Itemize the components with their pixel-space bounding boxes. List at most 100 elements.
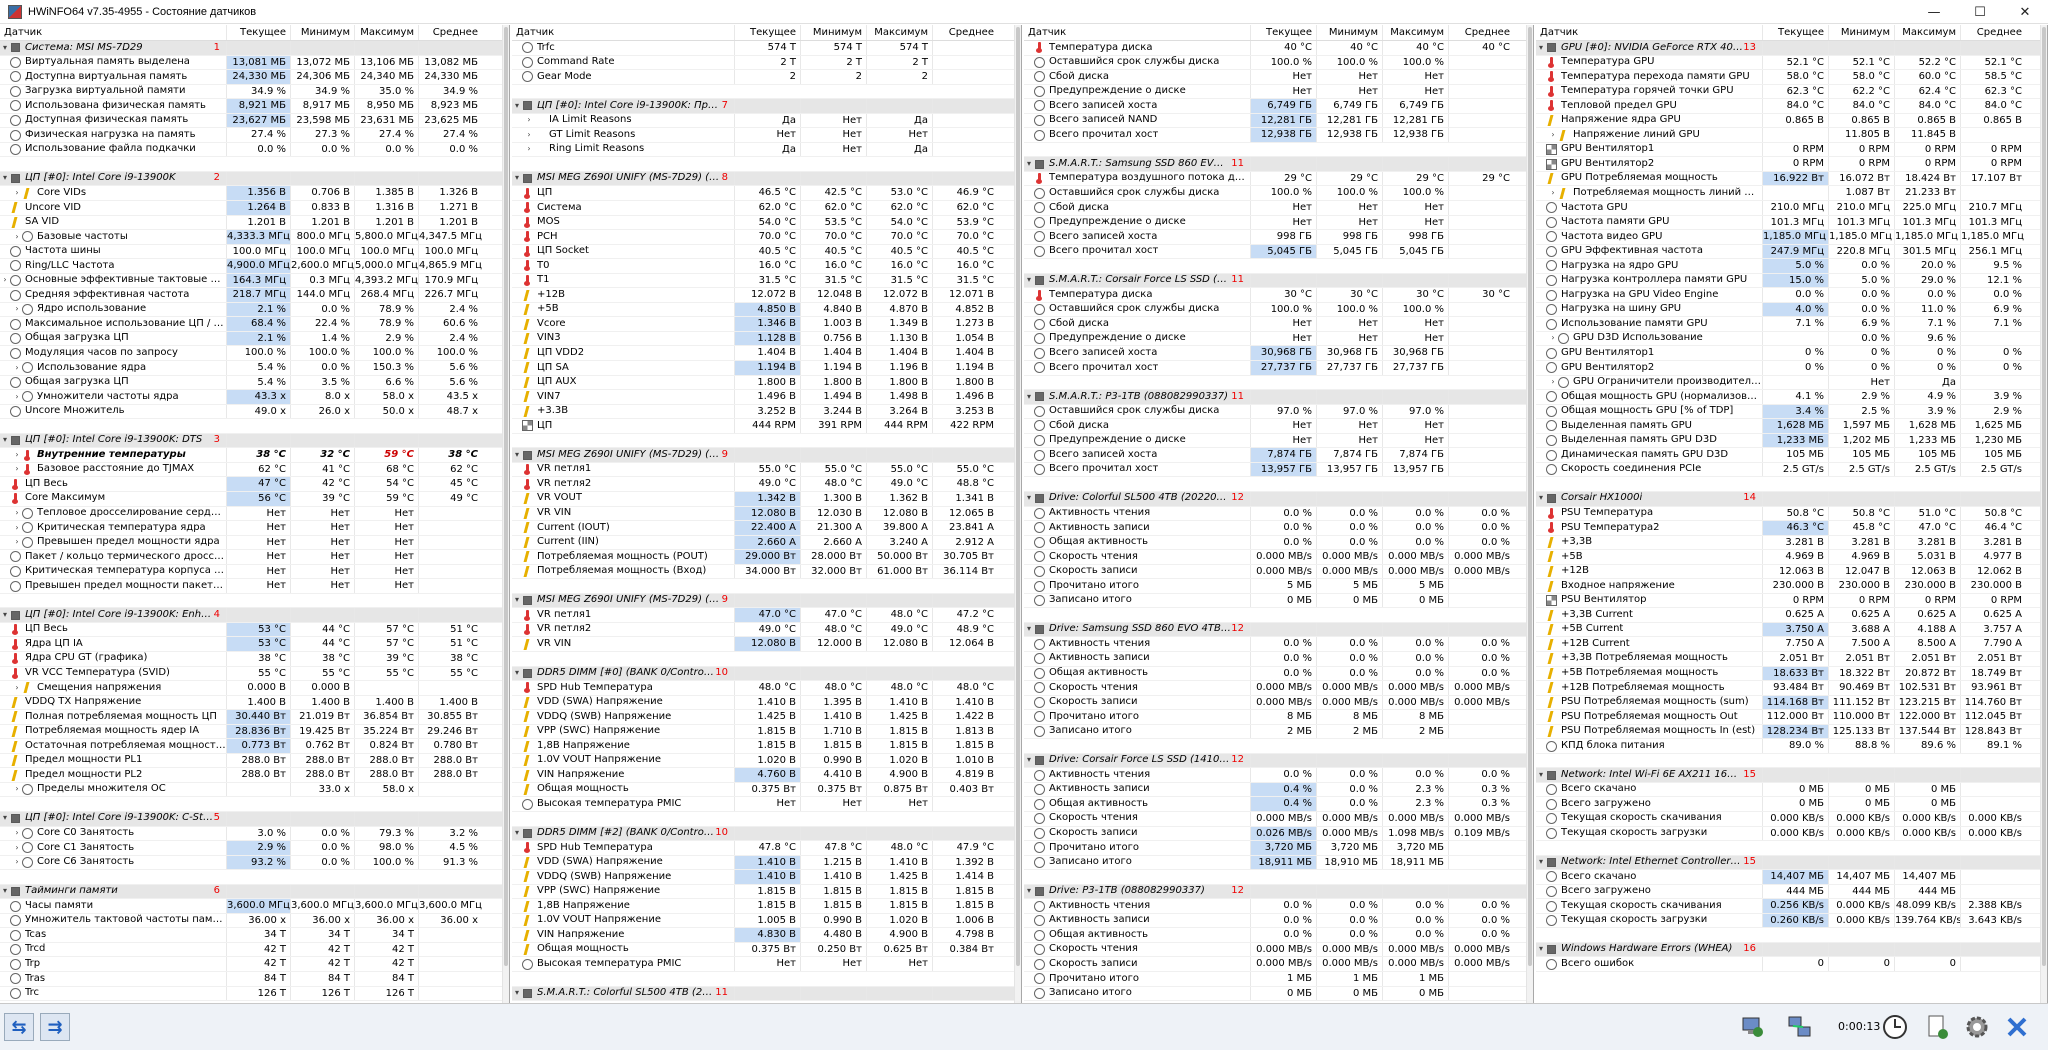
sensor-row[interactable]: › Core C0 Занятость 3.0 % 0.0 % 79.3 % 3.2 % — [0, 826, 509, 842]
header-current[interactable]: Текущее — [734, 25, 800, 40]
sensor-group-header[interactable]: ▾ЦП [#0]: Intel Core i9-13900K: Причины … — [512, 99, 1021, 114]
sensor-row[interactable]: Всего прочитал хост 27,737 ГБ 27,737 ГБ 27,… — [1024, 361, 1533, 376]
expand-chevron-icon[interactable]: ▾ — [0, 172, 10, 186]
header-avg[interactable]: Среднее — [1960, 25, 2026, 40]
sensor-group-header[interactable]: ▾S.M.A.R.T.: Colorful SL500 4TB (2022071… — [512, 986, 1021, 1002]
sensor-row[interactable]: Система 62.0 °C 62.0 °C 62.0 °C 62.0 °C — [512, 201, 1021, 216]
sensor-row[interactable]: Высокая температура PMIC Нет Нет Нет — [512, 957, 1021, 972]
sensor-row[interactable]: Текущая скорость загрузки 0.260 KB/s 0.000… — [1536, 913, 2047, 929]
vertical-scrollbar[interactable] — [502, 25, 509, 1003]
expand-chevron-icon[interactable]: ▾ — [1024, 157, 1034, 171]
sensor-row[interactable]: › Основные эффективные тактовые част... 16… — [0, 273, 509, 289]
header-min[interactable]: Минимум — [1316, 25, 1382, 40]
sensor-row[interactable]: Общая мощность 0.375 Вт 0.375 Вт 0.875 Вт 0.… — [512, 782, 1021, 798]
sensor-row[interactable]: › Превышен предел мощности ядра Нет Нет Нет — [0, 535, 509, 551]
sensor-row[interactable]: Полная потребляемая мощность ЦП 30.440 Вт… — [0, 710, 509, 725]
sensor-row[interactable]: PSU Потребляемая мощность In (est) 128.23… — [1536, 724, 2047, 740]
expand-chevron-icon[interactable]: ▾ — [0, 885, 10, 899]
sensor-row[interactable]: Температура перехода памяти GPU 58.0 °C 58… — [1536, 70, 2047, 85]
sensor-row[interactable]: VDD (SWA) Напряжение 1.410 В 1.215 В 1.410 … — [512, 855, 1021, 871]
sensor-row[interactable]: VR VIN 12.080 В 12.000 В 12.080 В 12.064 В — [512, 637, 1021, 652]
sensor-row[interactable]: Current (IIN) 2.660 A 2.660 A 3.240 A 2.912 … — [512, 535, 1021, 551]
sensor-row[interactable]: Нагрузка на GPU Video Engine 0.0 % 0.0 % 0.… — [1536, 288, 2047, 303]
sensor-row[interactable]: Прочитано итого 1 МБ 1 МБ 1 МБ — [1024, 972, 1533, 987]
sensor-row[interactable]: Предупреждение о диске Нет Нет Нет — [1024, 84, 1533, 100]
sensor-row[interactable]: GPU Вентилятор2 0 % 0 % 0 % 0 % — [1536, 361, 2047, 376]
vertical-scrollbar[interactable] — [2040, 25, 2047, 1003]
sensor-row[interactable]: VIN Напряжение 4.760 В 4.410 В 4.900 В 4.819… — [512, 768, 1021, 783]
sensor-row[interactable]: Trp 42 T 42 T 42 T — [0, 957, 509, 972]
sensor-row[interactable]: VR петля1 55.0 °C 55.0 °C 55.0 °C 55.0 °C — [512, 462, 1021, 478]
sensor-row[interactable]: Активность чтения 0.0 % 0.0 % 0.0 % 0.0 % — [1024, 899, 1533, 914]
sensor-row[interactable]: Оставшийся срок службы диска 100.0 % 100.0… — [1024, 302, 1533, 318]
sensor-row[interactable]: Активность чтения 0.0 % 0.0 % 0.0 % 0.0 % — [1024, 637, 1533, 652]
sensor-row[interactable]: ЦП Весь 53 °C 44 °C 57 °C 51 °C — [0, 622, 509, 638]
sensor-row[interactable]: +5В Потребляемая мощность 18.633 Вт 18.322… — [1536, 666, 2047, 682]
sensor-row[interactable]: Доступна виртуальная память 24,330 МБ 24,3… — [0, 70, 509, 85]
sensor-row[interactable]: Всего записей хоста 7,874 ГБ 7,874 ГБ 7,874… — [1024, 448, 1533, 463]
sensor-row[interactable]: Динамическая память GPU D3D 105 МБ 105 МБ 1… — [1536, 448, 2047, 463]
scrollbar-thumb[interactable] — [1016, 27, 1020, 966]
sensor-row[interactable]: Средняя эффективная частота 218.7 МГц 144.… — [0, 288, 509, 303]
sensor-row[interactable]: › Core VIDs 1.356 В 0.706 В 1.385 В 1.326 В — [0, 186, 509, 202]
sensor-row[interactable]: Потребляемая мощность ядер IA 28.836 Вт 19… — [0, 724, 509, 740]
sensor-row[interactable]: › Ring Limit Reasons Да Нет Да — [512, 142, 1021, 158]
sensor-row[interactable]: VR петля2 49.0 °C 48.0 °C 49.0 °C 48.8 °C — [512, 477, 1021, 492]
sensor-row[interactable]: Виртуальная память выделена 13,081 МБ 13,0… — [0, 55, 509, 71]
sensor-row[interactable]: 1,8В Напряжение 1.815 В 1.815 В 1.815 В 1.81… — [512, 739, 1021, 754]
sensor-row[interactable]: Предупреждение о диске Нет Нет Нет — [1024, 433, 1533, 449]
sensor-row[interactable]: VR VOUT 1.342 В 1.300 В 1.362 В 1.341 В — [512, 491, 1021, 507]
network-computers-icon[interactable] — [1785, 1013, 1815, 1041]
sensor-row[interactable]: 1.0V VOUT Напряжение 1.020 В 0.990 В 1.020 … — [512, 753, 1021, 769]
sensor-row[interactable]: Всего скачано 0 МБ 0 МБ 0 МБ — [1536, 782, 2047, 798]
sensor-row[interactable]: Сбой диска Нет Нет Нет — [1024, 317, 1533, 332]
sensor-row[interactable]: +5В Current 3.750 A 3.688 A 4.188 A 3.757 A — [1536, 622, 2047, 638]
sensor-row[interactable]: › IA Limit Reasons Да Нет Да — [512, 113, 1021, 129]
sensor-row[interactable]: Всего загружено 0 МБ 0 МБ 0 МБ — [1536, 797, 2047, 812]
sensor-row[interactable]: Записано итого 0 МБ 0 МБ 0 МБ — [1024, 986, 1533, 1002]
sensor-row[interactable]: ЦП AUX 1.800 В 1.800 В 1.800 В 1.800 В — [512, 375, 1021, 391]
sensor-row[interactable]: Всего записей хоста 6,749 ГБ 6,749 ГБ 6,749… — [1024, 99, 1533, 114]
sensor-group-header[interactable]: ▾Network: Intel Ethernet Controller I225… — [1536, 855, 2047, 871]
header-min[interactable]: Минимум — [1828, 25, 1894, 40]
expand-chevron-icon[interactable]: ▾ — [512, 172, 522, 186]
sensor-row[interactable]: VDDQ (SWB) Напряжение 1.425 В 1.410 В 1.425… — [512, 710, 1021, 725]
sensor-row[interactable]: ЦП Весь 47 °C 42 °C 54 °C 45 °C — [0, 477, 509, 492]
sensor-row[interactable]: VR VIN 12.080 В 12.030 В 12.080 В 12.065 В — [512, 506, 1021, 522]
sensor-row[interactable]: Температура GPU 52.1 °C 52.1 °C 52.2 °C 52.1… — [1536, 55, 2047, 71]
header-max[interactable]: Максимум — [1382, 25, 1448, 40]
vertical-scrollbar[interactable] — [1014, 25, 1021, 1003]
sensor-row[interactable]: Command Rate 2 T2 T2 T — [512, 55, 1021, 71]
sensor-row[interactable]: Core Максимум 56 °C 39 °C 59 °C 49 °C — [0, 491, 509, 507]
sensor-row[interactable]: +5В 4.969 В 4.969 В 5.031 В 4.977 В — [1536, 550, 2047, 565]
sensor-row[interactable]: Частота GPU 210.0 МГц 210.0 МГц 225.0 МГц 21… — [1536, 201, 2047, 216]
expand-chevron-icon[interactable]: ▾ — [512, 827, 522, 841]
sensor-row[interactable]: Общая активность 0.0 % 0.0 % 0.0 % 0.0 % — [1024, 928, 1533, 943]
sensor-row[interactable]: PSU Вентилятор 0 RPM 0 RPM 0 RPM 0 RPM — [1536, 593, 2047, 609]
sensor-row[interactable]: Tras 84 T 84 T 84 T — [0, 972, 509, 987]
sensor-row[interactable]: Активность чтения 0.0 % 0.0 % 0.0 % 0.0 % — [1024, 506, 1533, 522]
expand-chevron-icon[interactable]: ▾ — [512, 987, 522, 1001]
expand-chevron-icon[interactable]: ▾ — [0, 434, 10, 448]
sensor-row[interactable]: Общая мощность GPU (нормализованная ...4… — [1536, 390, 2047, 405]
sensor-row[interactable]: Часы памяти 3,600.0 МГц 3,600.0 МГц 3,600.0… — [0, 899, 509, 914]
sensor-row[interactable]: › Пределы множителя OC 33.0 x 58.0 x — [0, 782, 509, 798]
sensor-row[interactable]: › Core C6 Занятость 93.2 % 0.0 % 100.0 % 91.3… — [0, 855, 509, 871]
clock-icon[interactable] — [1880, 1013, 1910, 1041]
sensor-row[interactable]: Частота шины 100.0 МГц 100.0 МГц 100.0 МГц 1… — [0, 244, 509, 260]
sensor-row[interactable]: ЦП SA 1.194 В 1.194 В 1.196 В 1.194 В — [512, 361, 1021, 376]
expand-chevron-icon[interactable]: ▾ — [512, 448, 522, 462]
expand-chevron-icon[interactable]: › — [12, 521, 22, 535]
scrollbar-thumb[interactable] — [504, 27, 508, 966]
sensor-row[interactable]: Выделенная память GPU 1,628 МБ 1,597 МБ 1,6… — [1536, 419, 2047, 434]
sensor-row[interactable]: VPP (SWC) Напряжение 1.815 В 1.815 В 1.815 … — [512, 884, 1021, 900]
sensor-row[interactable]: Использование памяти GPU 7.1 % 6.9 % 7.1 % 7… — [1536, 317, 2047, 332]
sensor-row[interactable]: ›GPU Ограничители производительностиНетД… — [1536, 375, 2047, 391]
sensor-row[interactable]: VIN Напряжение 4.830 В 4.480 В 4.900 В 4.798… — [512, 928, 1021, 943]
sensor-row[interactable]: Прочитано итого 8 МБ 8 МБ 8 МБ — [1024, 710, 1533, 725]
sensor-row[interactable]: Общая мощность GPU [% of TDP] 3.4 % 2.5 % 3… — [1536, 404, 2047, 420]
column-header[interactable]: Датчик Текущее Минимум Максимум Среднее — [512, 25, 1021, 41]
sensor-row[interactable]: Температура диска 40 °C 40 °C 40 °C 40 °C — [1024, 41, 1533, 56]
sensor-group-header[interactable]: ▾ S.M.A.R.T.: P3-1TB (088082990337) 11 — [1024, 390, 1533, 405]
sensor-row[interactable]: Активность записи 0.0 % 0.0 % 0.0 % 0.0 % — [1024, 913, 1533, 929]
